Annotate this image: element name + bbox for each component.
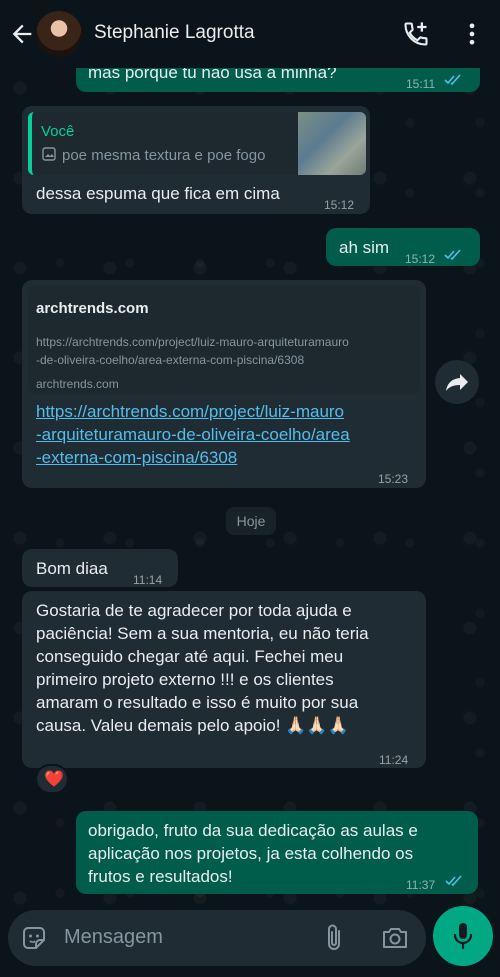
camera-icon[interactable] <box>380 924 410 952</box>
message-line: obrigado, fruto da sua dedicação as aula… <box>88 821 418 840</box>
heart-reaction: ❤️ <box>44 771 64 788</box>
chat-area[interactable]: mas porque tu não usa a minha? 15:11 Voc… <box>0 68 500 908</box>
message-line: aplicação nos projetos, ja esta colhendo… <box>88 844 414 863</box>
message-line: conseguido chegar até aqui. Fechei meu <box>36 647 344 666</box>
read-ticks-icon <box>444 74 461 86</box>
message-time: 11:37 <box>406 878 436 892</box>
message-time: 15:23 <box>378 472 409 486</box>
message-bubble-outgoing[interactable]: ah sim 15:12 <box>326 228 480 266</box>
date-divider: Hoje <box>226 507 276 535</box>
link-text[interactable]: https://archtrends.com/project/luiz-maur… <box>36 400 344 423</box>
more-vert-icon[interactable] <box>458 20 486 48</box>
link-site-title: archtrends.com <box>36 300 149 317</box>
quote-author: Você <box>41 123 75 140</box>
message-line: causa. Valeu demais pelo apoio! 🙏🏻🙏🏻🙏🏻 <box>36 716 349 735</box>
message-bubble-incoming[interactable]: Bom diaa 11:14 <box>22 549 178 587</box>
link-text[interactable]: -externa-com-piscina/6308 <box>36 446 237 469</box>
message-input[interactable]: Mensagem <box>64 926 163 949</box>
message-line: paciência! Sem a sua mentoria, eu não te… <box>36 624 369 643</box>
chat-header: Stephanie Lagrotta <box>0 0 500 68</box>
message-line: frutos e resultados! <box>88 867 233 886</box>
message-bubble-outgoing[interactable]: obrigado, fruto da sua dedicação as aula… <box>76 811 478 894</box>
quoted-message[interactable]: Você poe mesma textura e poe fogo <box>28 112 366 175</box>
sticker-icon[interactable] <box>20 924 48 952</box>
message-bubble-outgoing[interactable]: mas porque tu não usa a minha? 15:11 <box>76 68 480 92</box>
message-time: 15:12 <box>405 252 436 266</box>
forward-icon <box>446 374 468 391</box>
quote-thumbnail <box>298 112 366 175</box>
message-line: amaram o resultado e isso é muito por su… <box>36 693 359 712</box>
attach-icon[interactable] <box>322 923 348 953</box>
avatar[interactable] <box>36 11 82 57</box>
message-bubble-incoming[interactable]: Gostaria de te agradecer por toda ajuda … <box>22 591 426 768</box>
message-bubble-incoming[interactable]: archtrends.com https://archtrends.com/pr… <box>22 280 426 488</box>
contact-name[interactable]: Stephanie Lagrotta <box>94 22 255 44</box>
reaction-badge[interactable]: ❤️ <box>35 764 69 794</box>
mic-button[interactable] <box>433 906 493 966</box>
message-time: 11:24 <box>379 753 409 767</box>
message-text: Bom diaa <box>36 559 108 578</box>
message-line: primeiro projeto externo !!! e os client… <box>36 670 334 689</box>
quote-text: poe mesma textura e poe fogo <box>62 147 266 164</box>
message-time: 11:14 <box>133 573 163 587</box>
forward-button[interactable] <box>435 360 479 404</box>
message-text: mas porque tu não usa a minha? <box>88 68 337 82</box>
back-arrow-icon[interactable] <box>8 20 36 48</box>
message-time: 15:11 <box>406 77 436 91</box>
message-time: 15:12 <box>324 198 355 212</box>
read-ticks-icon <box>445 875 462 887</box>
link-domain: archtrends.com <box>36 377 119 391</box>
message-text: dessa espuma que fica em cima <box>36 184 280 203</box>
message-line: Gostaria de te agradecer por toda ajuda … <box>36 601 352 620</box>
image-icon <box>42 147 56 161</box>
message-text: ah sim <box>339 238 390 257</box>
link-text[interactable]: -arquiteturamauro-de-oliveira-coelho/are… <box>36 423 350 446</box>
message-composer[interactable]: Mensagem <box>8 910 426 966</box>
link-url-preview: -de-oliveira-coelho/area-externa-com-pis… <box>36 353 305 367</box>
link-preview-card[interactable]: archtrends.com https://archtrends.com/pr… <box>28 286 420 394</box>
read-ticks-icon <box>444 249 461 261</box>
message-bubble-incoming[interactable]: Você poe mesma textura e poe fogo dessa … <box>22 106 370 214</box>
mic-icon <box>453 923 473 950</box>
add-call-icon[interactable] <box>402 20 430 48</box>
